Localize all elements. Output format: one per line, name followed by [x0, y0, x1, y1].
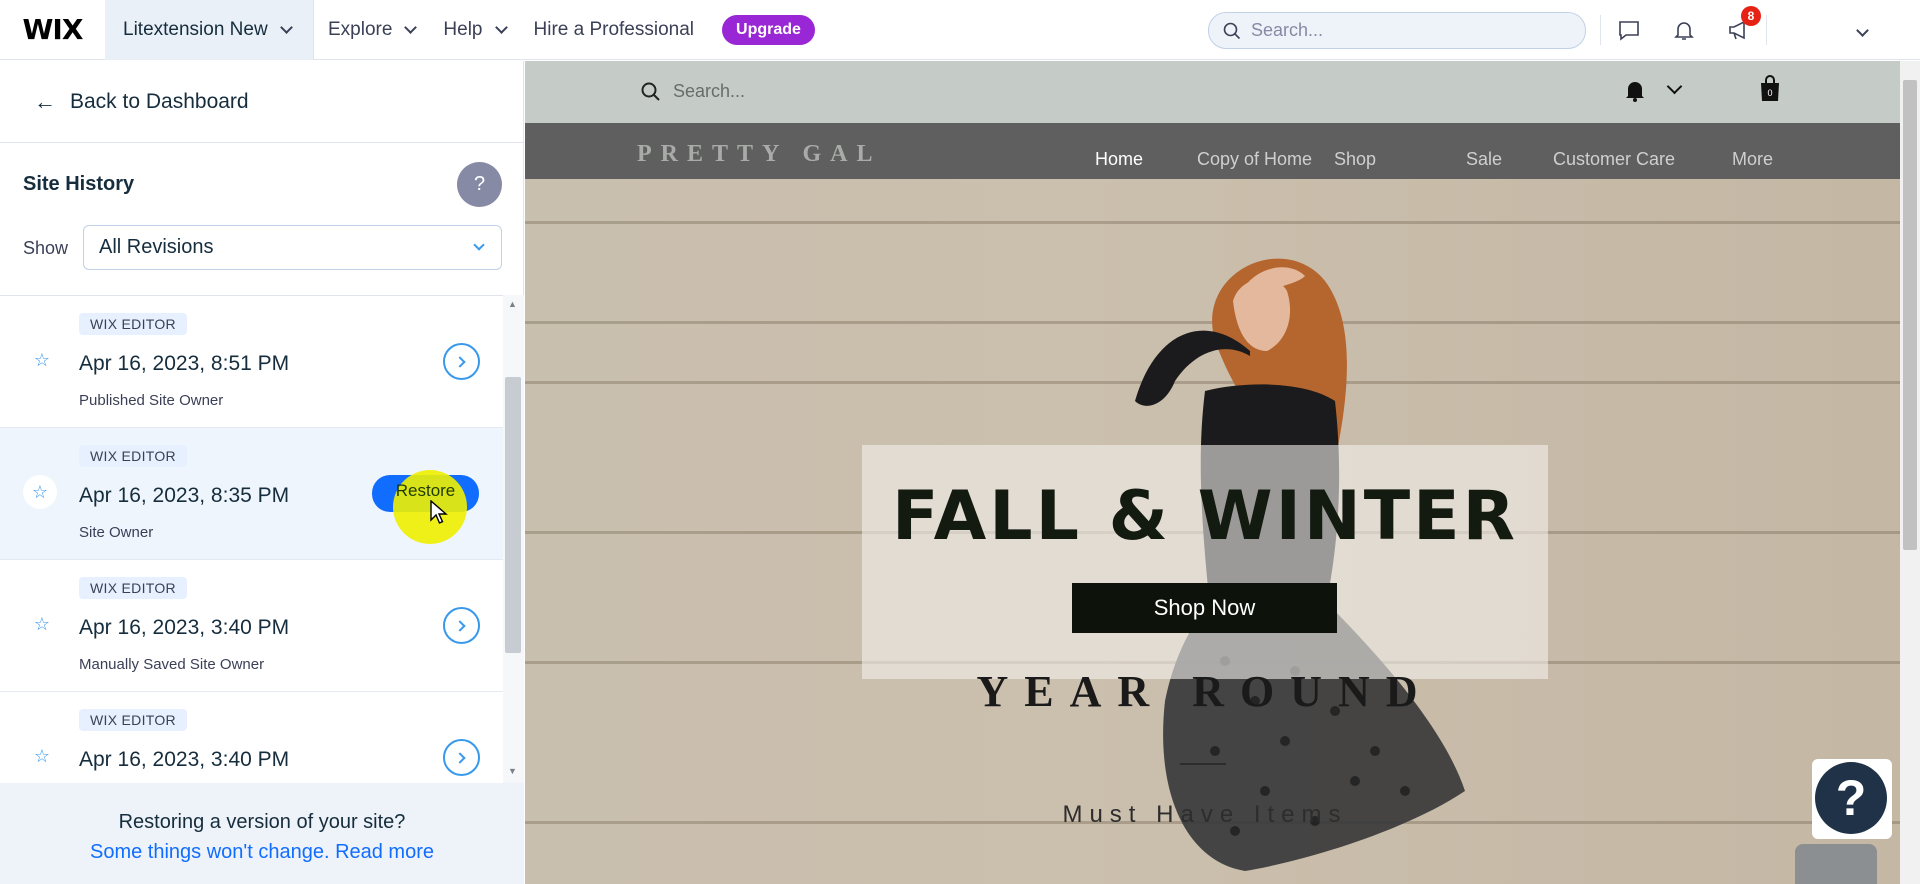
upgrade-button[interactable]: Upgrade [722, 14, 815, 45]
restore-button-label: Restore [395, 480, 456, 500]
account-menu[interactable] [1767, 0, 1847, 60]
read-more-link[interactable]: Some things won't change. Read more [0, 837, 524, 867]
site-nav-home[interactable]: Home [1095, 149, 1143, 170]
messages-icon[interactable] [1601, 0, 1656, 60]
nav-explore[interactable]: Explore [314, 0, 429, 60]
revision-item[interactable]: ☆ WIX EDITOR Apr 16, 2023, 8:51 PM Publi… [0, 296, 503, 428]
nav-hire-professional[interactable]: Hire a Professional [520, 0, 709, 60]
site-search-input[interactable]: Search... [641, 81, 745, 102]
account-chevron-down-icon[interactable] [1847, 0, 1877, 60]
chevron-down-icon [404, 20, 418, 34]
chevron-down-icon [473, 239, 485, 251]
arrow-left-icon: ← [34, 88, 56, 114]
site-nav-shop[interactable]: Shop [1334, 149, 1376, 170]
revision-filter-dropdown[interactable]: All Revisions [83, 225, 502, 270]
back-to-dashboard-link[interactable]: ← Back to Dashboard [0, 61, 523, 143]
site-account-chevron-icon[interactable] [1666, 78, 1683, 95]
announcements-icon[interactable]: 8 [1711, 0, 1766, 60]
site-switcher[interactable]: Litextension New [105, 0, 314, 60]
search-icon [641, 82, 660, 101]
scrollbar-thumb[interactable] [505, 377, 521, 653]
hero-title: FALL & WINTER [892, 477, 1518, 556]
hero-tagline: Must Have Items [1062, 801, 1348, 828]
chevron-right-icon[interactable] [443, 607, 480, 644]
revision-item[interactable]: ☆ WIX EDITOR Apr 16, 2023, 3:40 PM [0, 692, 503, 783]
help-button[interactable]: ? [457, 162, 502, 207]
site-nav-bar: PRETTY GAL Home Copy of Home Shop Sale C… [525, 123, 1900, 179]
scroll-down-icon[interactable]: ▼ [508, 766, 517, 776]
site-nav-customer-care[interactable]: Customer Care [1553, 149, 1675, 170]
chevron-down-icon [494, 20, 508, 34]
site-nav-copy-of-home[interactable]: Copy of Home [1197, 149, 1312, 170]
svg-text:0: 0 [1767, 88, 1772, 98]
preview-scrollbar-thumb[interactable] [1903, 80, 1917, 550]
revision-source-tag: WIX EDITOR [79, 709, 187, 731]
mouse-cursor-icon [430, 500, 448, 524]
site-preview: Search... 0 PRETTY GAL Home Copy of Home… [525, 61, 1900, 884]
help-question-icon[interactable]: ? [1815, 762, 1887, 834]
site-bell-icon[interactable] [1624, 78, 1646, 102]
shop-now-button[interactable]: Shop Now [1072, 583, 1337, 633]
star-icon[interactable]: ☆ [30, 348, 54, 372]
star-icon[interactable]: ☆ [30, 744, 54, 768]
nav-help[interactable]: Help [429, 0, 519, 60]
revision-source-tag: WIX EDITOR [79, 313, 187, 335]
revision-details: Manually Saved Site Owner [79, 656, 265, 673]
site-name: Litextension New [123, 18, 268, 40]
revision-date: Apr 16, 2023, 3:40 PM [79, 616, 290, 639]
site-brand[interactable]: PRETTY GAL [637, 141, 881, 168]
scroll-up-icon[interactable]: ▲ [508, 299, 517, 309]
search-input[interactable]: Search... [1208, 12, 1586, 49]
panel-title: Site History [23, 173, 135, 195]
chevron-down-icon [279, 20, 293, 34]
revision-source-tag: WIX EDITOR [79, 445, 187, 467]
star-icon[interactable]: ☆ [23, 475, 57, 509]
hero-subtitle: YEAR ROUND [976, 667, 1434, 716]
revision-date: Apr 16, 2023, 8:35 PM [79, 484, 290, 507]
restore-info: Restoring a version of your site? Some t… [0, 783, 524, 884]
search-icon [1223, 22, 1241, 39]
cart-icon[interactable]: 0 [1758, 74, 1782, 102]
site-nav-more[interactable]: More [1732, 149, 1773, 170]
site-nav-sale[interactable]: Sale [1466, 149, 1502, 170]
revision-details: Published Site Owner [79, 392, 224, 409]
wix-logo[interactable]: WIX [0, 0, 105, 60]
chevron-right-icon[interactable] [443, 739, 480, 776]
notification-badge: 8 [1741, 6, 1761, 26]
revision-date: Apr 16, 2023, 8:51 PM [79, 352, 290, 375]
revision-source-tag: WIX EDITOR [79, 577, 187, 599]
revision-item[interactable]: ☆ WIX EDITOR Apr 16, 2023, 3:40 PM Manua… [0, 560, 503, 692]
chevron-right-icon[interactable] [443, 343, 480, 380]
divider [1180, 763, 1226, 765]
revision-details: Site Owner [79, 524, 154, 541]
chat-widget-button[interactable] [1795, 844, 1877, 884]
show-label: Show [23, 238, 69, 258]
site-header-bar: Search... 0 [525, 61, 1900, 123]
star-icon[interactable]: ☆ [30, 612, 54, 636]
revision-date: Apr 16, 2023, 3:40 PM [79, 748, 290, 771]
bell-icon[interactable] [1656, 0, 1711, 60]
top-bar: WIX Litextension New Explore Help Hire a… [0, 0, 1920, 60]
restore-info-text: Restoring a version of your site? [118, 811, 406, 833]
